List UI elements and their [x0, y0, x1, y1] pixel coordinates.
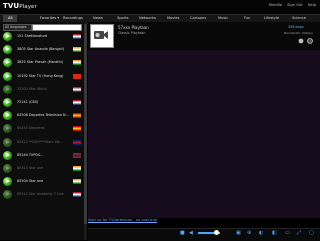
play-icon[interactable] [3, 164, 12, 173]
country-flag-icon [73, 86, 81, 92]
channel-row[interactable]: 85423 **DEH***Stars Wa... [3, 137, 83, 149]
country-flag-icon [73, 34, 81, 39]
country-flag-icon [73, 192, 81, 198]
country-flag-icon [73, 152, 81, 158]
country-flag-icon [73, 100, 81, 105]
record-icon[interactable] [298, 38, 304, 44]
channel-search-input[interactable] [32, 24, 82, 31]
channel-row[interactable]: 72141 (CBS) [3, 98, 83, 109]
channel-row[interactable]: 151 Sheklanaturd [3, 32, 83, 43]
country-flag-icon [73, 60, 81, 66]
stop-icon[interactable]: ■ [180, 230, 185, 236]
channel-row[interactable]: 84453 Deportes [3, 124, 83, 135]
country-flag-icon [73, 126, 81, 132]
channel-name: 85313 Star one [17, 166, 44, 170]
volume-icon[interactable]: ◀ [189, 230, 193, 236]
toggle-icon[interactable]: ◐ [259, 230, 263, 236]
play-icon[interactable] [3, 177, 12, 187]
country-flag-icon [73, 47, 81, 53]
play-icon[interactable] [3, 190, 12, 200]
country-flag-icon [73, 179, 81, 185]
channel-name: 151 Sheklanaturd [17, 34, 48, 38]
play-icon[interactable] [3, 150, 12, 160]
program-subtitle: Classic Playtaan [118, 31, 146, 35]
channel-row[interactable]: 23202 Star World [3, 84, 83, 96]
channel-name: 85504 Star one [17, 179, 44, 184]
category-cartoons[interactable]: Cartoons [190, 15, 206, 22]
play-icon[interactable] [3, 58, 12, 68]
language-filter-select[interactable]: All languages [3, 24, 32, 31]
maximize-icon[interactable]: ▢ [309, 230, 314, 236]
user-name-link[interactable]: Mimiflo [269, 3, 282, 7]
category-music[interactable]: Music [218, 15, 228, 22]
channel-row[interactable]: 85504 Star one [3, 177, 83, 188]
channel-name: 10192 Star TV (Hong Kong) [17, 73, 64, 78]
channel-row[interactable]: 3825 Star Pravah (Marathi) [3, 58, 83, 69]
video-area[interactable] [88, 50, 320, 218]
category-networks[interactable]: Networks [139, 15, 156, 22]
zoom-icon[interactable]: ⊕ [247, 230, 251, 236]
tab-all[interactable]: All [3, 15, 18, 22]
program-title: 57xxx Playtaan [118, 25, 149, 30]
app-logo: TVUPlayer [3, 2, 37, 10]
channel-name: 85244 TVPOS... [17, 152, 44, 157]
channel-name: 85423 **DEH***Stars Wa... [17, 139, 63, 144]
play-icon[interactable] [3, 111, 12, 121]
category-lifestyle[interactable]: Lifestyle [264, 15, 279, 22]
channel-row[interactable]: 10192 Star TV (Hong Kong) [3, 71, 83, 83]
aspect-icon[interactable]: ▭ [285, 230, 290, 236]
camera-icon [94, 31, 108, 39]
play-icon[interactable] [3, 32, 12, 41]
channel-name: 3805 Star Ananda (Bengali) [17, 47, 65, 52]
pip-icon[interactable]: ◧ [272, 230, 277, 236]
category-science[interactable]: Science [292, 15, 306, 22]
channel-name: 72141 (CBS) [17, 100, 39, 104]
user-links: Mimiflo Sign Out Help [265, 3, 316, 7]
channel-name: 3825 Star Pravah (Marathi) [17, 60, 64, 65]
scrollbar-thumb[interactable] [84, 24, 87, 224]
sign-out-link[interactable]: Sign Out [287, 3, 303, 7]
tab-recordings[interactable]: Recordings [63, 15, 83, 22]
channel-name: 83508 Deportes Television N... [17, 113, 69, 118]
play-icon[interactable] [3, 84, 12, 94]
channel-name: 84453 Deportes [17, 126, 45, 131]
help-link[interactable]: Help [308, 3, 316, 7]
bandwidth-readout: Bandwidth: 90kbps [284, 31, 313, 35]
category-fun[interactable]: Fun [244, 15, 250, 22]
channel-row[interactable]: 85244 TVPOS... [3, 150, 83, 162]
play-icon[interactable] [3, 45, 12, 55]
category-sports[interactable]: Sports [117, 15, 129, 22]
country-flag-icon [73, 113, 81, 119]
signup-link[interactable]: Sign up for TVUpremium - no cost trial [88, 218, 157, 222]
country-flag-icon [73, 139, 81, 145]
volume-slider-knob[interactable] [214, 230, 219, 235]
play-icon[interactable] [3, 124, 12, 134]
channel-name: 85514 Star Academy 7 Live [17, 192, 64, 197]
play-icon[interactable] [3, 98, 12, 107]
fullscreen-icon[interactable]: ⤢ [297, 230, 301, 236]
gear-icon[interactable] [307, 38, 313, 44]
channel-name: 23202 Star World [17, 86, 47, 91]
tab-favorites[interactable]: Favorites ▾ [40, 15, 59, 22]
channel-row[interactable]: 85514 Star Academy 7 Live [3, 190, 83, 201]
snapshot-icon[interactable]: ▣ [236, 230, 241, 236]
play-icon[interactable] [3, 137, 12, 147]
country-flag-icon [73, 166, 81, 171]
country-flag-icon [73, 73, 81, 79]
category-movies[interactable]: Movies [167, 15, 180, 22]
channel-row[interactable]: 83508 Deportes Television N... [3, 111, 83, 122]
bitrate-readout: 336 kbps [288, 25, 304, 29]
play-icon[interactable] [3, 71, 12, 81]
channel-row[interactable]: 3805 Star Ananda (Bengali) [3, 45, 83, 56]
category-news[interactable]: News [93, 15, 103, 22]
channel-row[interactable]: 85313 Star one [3, 164, 83, 175]
